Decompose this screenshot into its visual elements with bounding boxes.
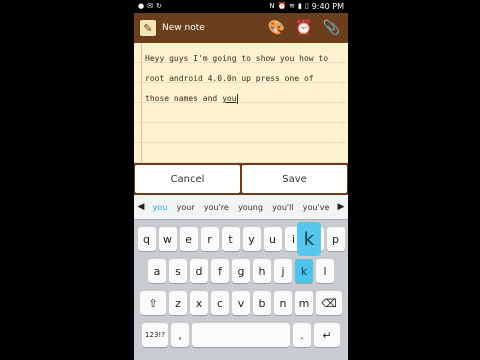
suggestion-item[interactable]: you bbox=[151, 203, 170, 212]
title-actions: 🎨 ⏰ 📎 bbox=[268, 13, 348, 43]
key-w[interactable]: w bbox=[158, 227, 177, 251]
suggestion-list: you your you're young you'll you've bbox=[148, 203, 334, 212]
key-n[interactable]: n bbox=[274, 291, 292, 315]
key-l[interactable]: l bbox=[316, 259, 334, 283]
note-body: Heyy guys I'm going to show you how to r… bbox=[145, 54, 333, 103]
title-bar: ✎ New note 🎨 ⏰ 📎 bbox=[134, 13, 348, 43]
key-r[interactable]: r bbox=[200, 227, 219, 251]
suggestion-item[interactable]: you've bbox=[301, 203, 332, 212]
shift-icon: ⇧ bbox=[148, 296, 158, 310]
period-key[interactable]: . bbox=[293, 323, 311, 347]
note-editor[interactable]: Heyy guys I'm going to show you how to r… bbox=[134, 43, 348, 163]
save-button[interactable]: Save bbox=[242, 165, 347, 193]
key-k[interactable]: k bbox=[295, 259, 313, 283]
key-h[interactable]: h bbox=[253, 259, 271, 283]
enter-key[interactable]: ↵ bbox=[314, 323, 340, 347]
action-bar: Cancel Save bbox=[134, 163, 348, 195]
key-b[interactable]: b bbox=[253, 291, 271, 315]
key-j[interactable]: j bbox=[274, 259, 292, 283]
suggestion-item[interactable]: you'll bbox=[270, 203, 295, 212]
note-app-icon: ✎ bbox=[140, 20, 156, 36]
suggest-right-arrow-icon[interactable]: ▶ bbox=[334, 196, 348, 218]
record-icon: ● bbox=[138, 2, 145, 10]
status-left: ● ✉ ↻ bbox=[134, 0, 162, 13]
suggestion-item[interactable]: young bbox=[236, 203, 265, 212]
backspace-icon: ⌫ bbox=[321, 296, 337, 310]
key-f[interactable]: f bbox=[211, 259, 229, 283]
key-z[interactable]: z bbox=[169, 291, 187, 315]
status-time: 9:40 PM bbox=[311, 2, 344, 11]
status-right: N ⏰ ≋ ▮ ▯ 9:40 PM bbox=[269, 0, 348, 13]
suggestion-bar: ◀ you your you're young you'll you've ▶ bbox=[134, 195, 348, 220]
alarm-clock-icon[interactable]: ⏰ bbox=[295, 13, 312, 43]
key-c[interactable]: c bbox=[211, 291, 229, 315]
sync-icon: ↻ bbox=[155, 2, 162, 10]
wifi-icon: ≋ bbox=[289, 2, 296, 10]
key-row-2: a s d f g h j k l bbox=[134, 259, 348, 283]
battery-icon: ▯ bbox=[304, 2, 309, 10]
backspace-key[interactable]: ⌫ bbox=[316, 291, 342, 315]
comma-key[interactable]: , bbox=[171, 323, 189, 347]
paperclip-icon[interactable]: 📎 bbox=[323, 13, 340, 43]
key-u[interactable]: u bbox=[263, 227, 282, 251]
signal-icon: ▮ bbox=[298, 2, 302, 10]
keyboard: ◀ you your you're young you'll you've ▶ … bbox=[134, 195, 348, 360]
status-bar: ● ✉ ↻ N ⏰ ≋ ▮ ▯ 9:40 PM bbox=[134, 0, 348, 13]
key-q[interactable]: q bbox=[137, 227, 156, 251]
key-m[interactable]: m bbox=[295, 291, 313, 315]
cancel-button[interactable]: Cancel bbox=[135, 165, 240, 193]
space-key[interactable] bbox=[192, 323, 290, 347]
n-icon: N bbox=[269, 2, 275, 10]
palette-icon[interactable]: 🎨 bbox=[268, 13, 285, 43]
alarm-icon: ⏰ bbox=[277, 2, 287, 10]
key-e[interactable]: e bbox=[179, 227, 198, 251]
phone-screen: ● ✉ ↻ N ⏰ ≋ ▮ ▯ 9:40 PM ✎ New note 🎨 ⏰ 📎… bbox=[134, 0, 348, 360]
margin-line bbox=[141, 43, 142, 163]
key-row-4: 123!? , . ↵ bbox=[134, 323, 348, 347]
page-title: New note bbox=[162, 23, 205, 33]
key-row-3: ⇧ z x c v b n m ⌫ bbox=[134, 291, 348, 315]
key-x[interactable]: x bbox=[190, 291, 208, 315]
note-text[interactable]: Heyy guys I'm going to show you how to r… bbox=[145, 49, 342, 109]
current-word: you bbox=[222, 94, 237, 103]
key-d[interactable]: d bbox=[190, 259, 208, 283]
mail-icon: ✉ bbox=[147, 2, 153, 10]
key-a[interactable]: a bbox=[148, 259, 166, 283]
suggest-left-arrow-icon[interactable]: ◀ bbox=[134, 196, 148, 218]
text-caret bbox=[236, 93, 238, 104]
suggestion-item[interactable]: you're bbox=[202, 203, 231, 212]
key-s[interactable]: s bbox=[169, 259, 187, 283]
key-p[interactable]: p bbox=[326, 227, 345, 251]
key-g[interactable]: g bbox=[232, 259, 250, 283]
numeric-key[interactable]: 123!? bbox=[142, 323, 168, 347]
key-t[interactable]: t bbox=[221, 227, 240, 251]
key-y[interactable]: y bbox=[242, 227, 261, 251]
key-popup: k bbox=[297, 222, 321, 256]
key-v[interactable]: v bbox=[232, 291, 250, 315]
suggestion-item[interactable]: your bbox=[175, 203, 197, 212]
shift-key[interactable]: ⇧ bbox=[140, 291, 166, 315]
